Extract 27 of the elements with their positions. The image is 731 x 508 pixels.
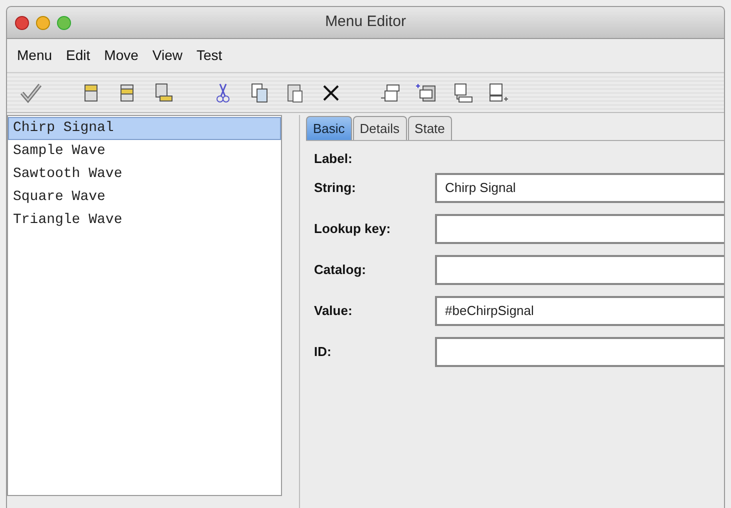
- close-button[interactable]: [15, 16, 29, 30]
- menu-item[interactable]: Menu: [17, 45, 52, 66]
- window-title: Menu Editor: [325, 12, 406, 32]
- menu-item[interactable]: Test: [196, 45, 222, 66]
- list-item[interactable]: Chirp Signal: [8, 117, 281, 140]
- form-label: Lookup key:: [314, 220, 392, 238]
- input-field[interactable]: [435, 214, 724, 244]
- list-item[interactable]: Triangle Wave: [8, 209, 281, 232]
- form-label: Catalog:: [314, 260, 367, 279]
- menu-item[interactable]: Edit: [66, 45, 90, 66]
- add-item-icon[interactable]: [487, 80, 511, 104]
- menu-item[interactable]: Move: [104, 45, 138, 66]
- form-label: ID:: [314, 342, 332, 361]
- list-item[interactable]: Sample Wave: [8, 140, 281, 163]
- list-item[interactable]: Sawtooth Wave: [8, 163, 281, 186]
- list-item[interactable]: Square Wave: [8, 186, 281, 209]
- input-field[interactable]: [435, 336, 724, 366]
- form-label: String:: [314, 178, 357, 197]
- tab[interactable]: Basic: [306, 116, 352, 140]
- form-label: Value:: [314, 302, 354, 320]
- input-field[interactable]: #beChirpSignal: [435, 296, 724, 326]
- input-field[interactable]: Chirp Signal: [435, 172, 724, 202]
- tab[interactable]: Details: [352, 116, 407, 140]
- menu-item[interactable]: View: [152, 45, 182, 66]
- input-field[interactable]: [435, 254, 724, 284]
- form-label: Label:: [314, 150, 354, 167]
- tab[interactable]: State: [408, 116, 452, 140]
